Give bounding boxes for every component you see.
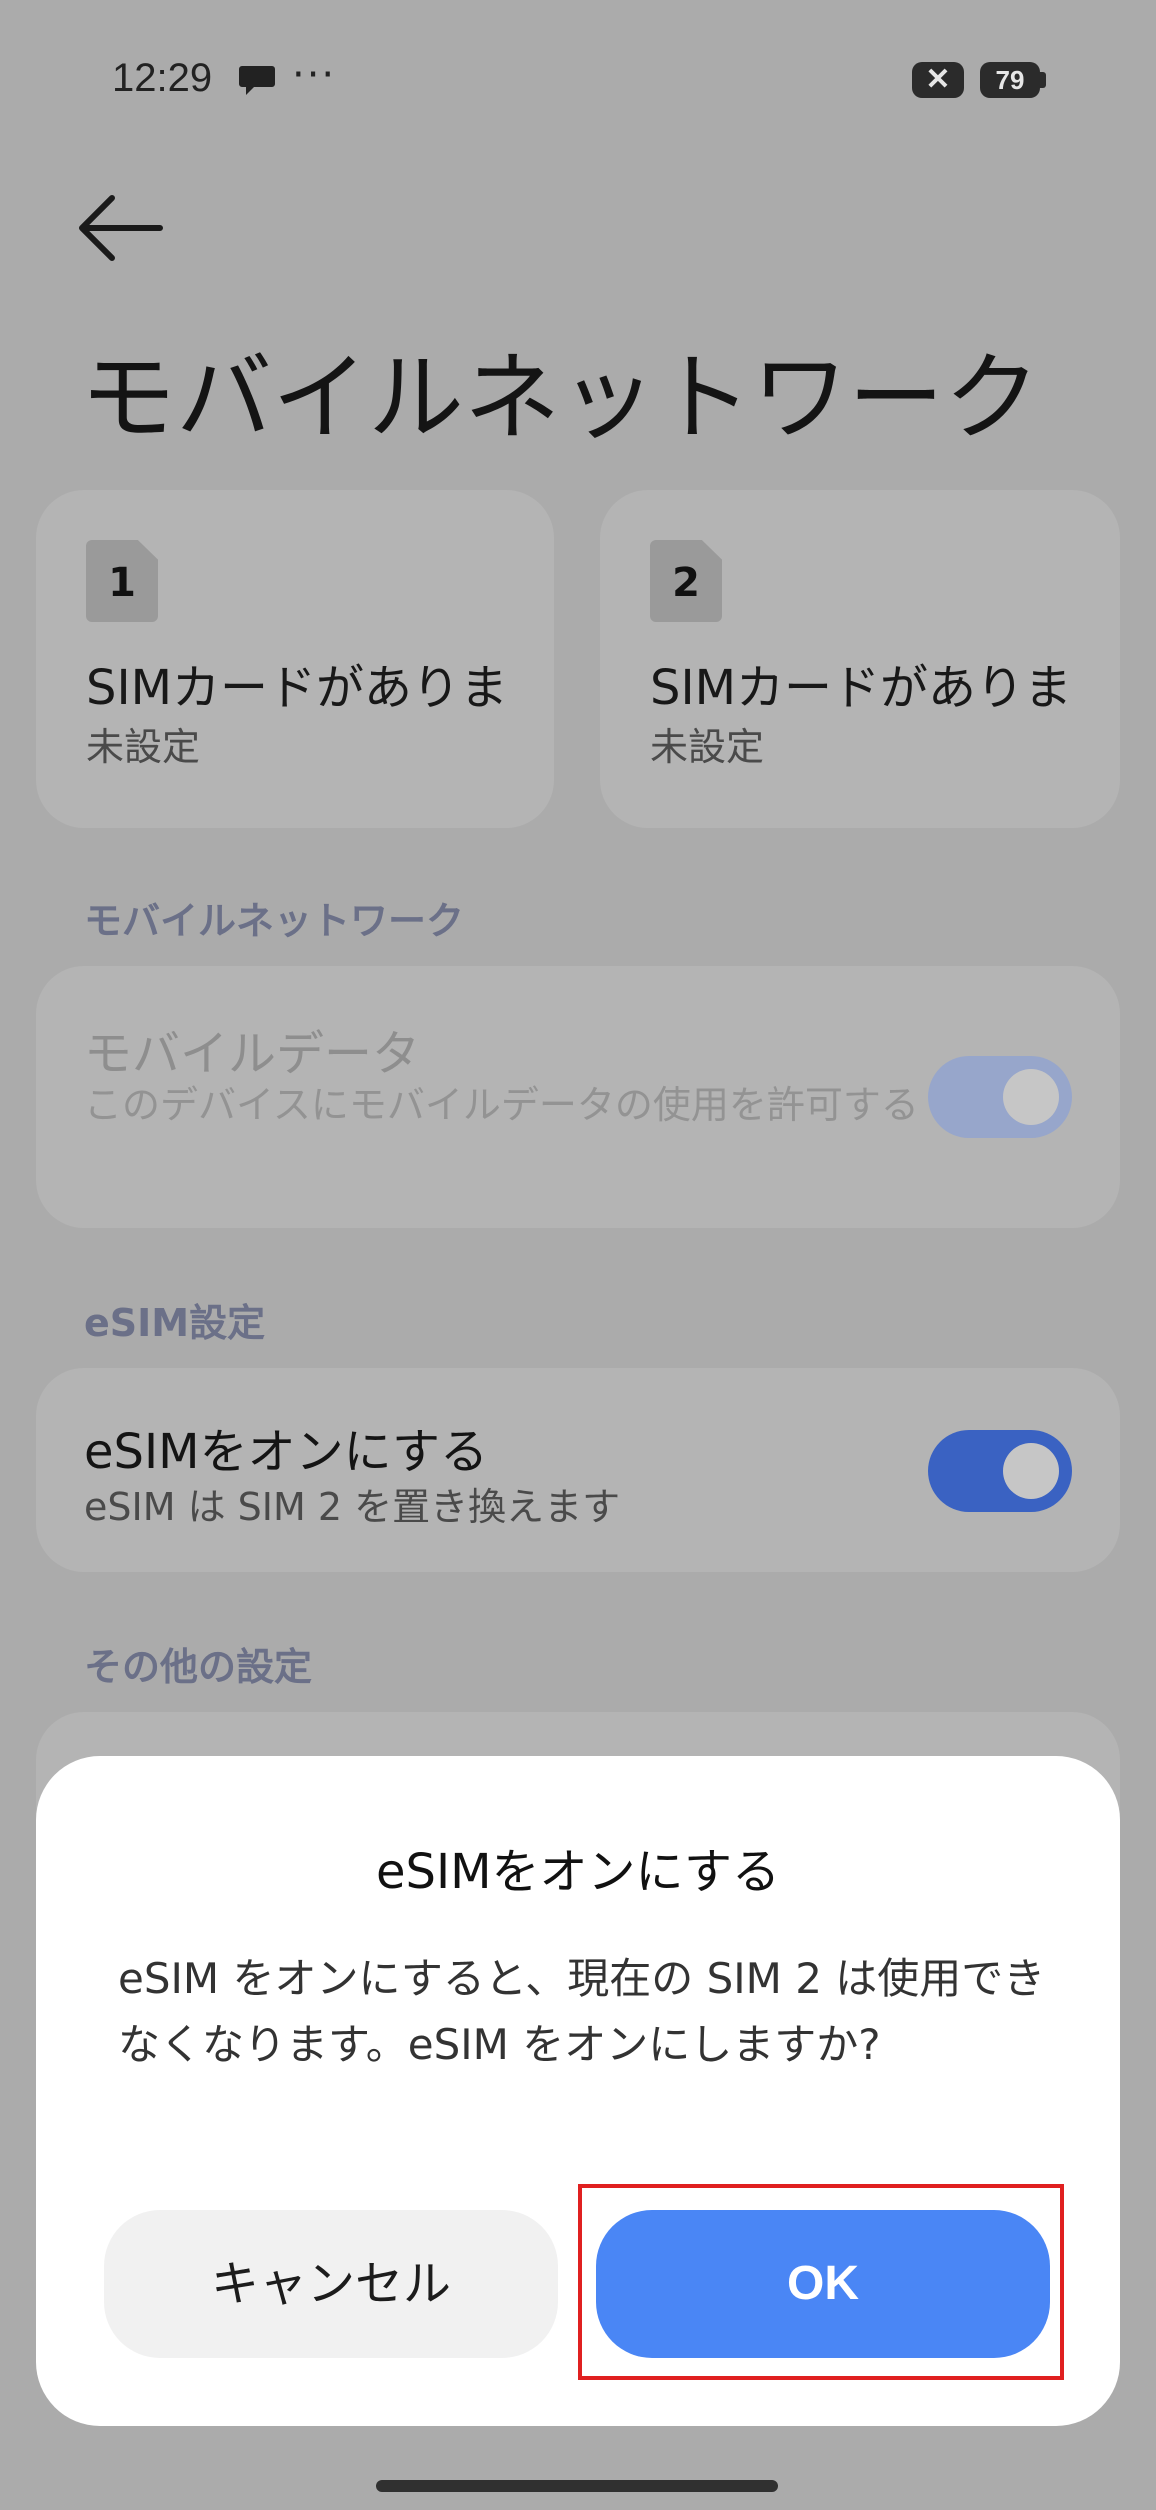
esim-toggle-title: eSIMをオンにする xyxy=(84,1424,489,1480)
sim-card-2[interactable]: 2 SIMカードがありま 未設定 xyxy=(600,490,1120,828)
mobile-data-title: モバイルデータ xyxy=(84,1026,421,1082)
ok-button-highlight xyxy=(578,2184,1064,2380)
sim-card-subtitle: 未設定 xyxy=(650,725,765,769)
status-time: 12:29 xyxy=(112,56,213,100)
page-title: モバイルネットワーク xyxy=(80,342,1040,454)
message-icon xyxy=(239,66,275,95)
toggle-knob xyxy=(1003,1069,1059,1125)
toggle-knob xyxy=(1003,1443,1059,1499)
sim-card-title: SIMカードがありま xyxy=(86,660,509,716)
mobile-data-desc: このデバイスにモバイルデータの使用を許可する xyxy=(84,1083,919,1127)
back-arrow-icon[interactable] xyxy=(72,190,168,266)
esim-toggle-desc: eSIM は SIM 2 を置き換えます xyxy=(84,1485,621,1529)
sim-card-title: SIMカードがありま xyxy=(650,660,1073,716)
esim-toggle-row[interactable]: eSIMをオンにする eSIM は SIM 2 を置き換えます xyxy=(36,1368,1120,1572)
battery-tip xyxy=(1040,72,1046,88)
sim-card-subtitle: 未設定 xyxy=(86,725,201,769)
battery-icon: 79 xyxy=(980,62,1040,98)
mobile-data-row[interactable]: モバイルデータ このデバイスにモバイルデータの使用を許可する xyxy=(36,966,1120,1228)
section-header-mobile-network: モバイルネットワーク xyxy=(84,899,465,943)
esim-toggle-switch[interactable] xyxy=(928,1430,1072,1512)
sim-card-icon: 1 xyxy=(86,540,158,622)
section-header-esim: eSIM設定 xyxy=(84,1301,266,1345)
mobile-data-toggle[interactable] xyxy=(928,1056,1072,1138)
section-header-other: その他の設定 xyxy=(84,1645,313,1689)
dialog-title: eSIMをオンにする xyxy=(375,1844,781,1900)
sim-card-1[interactable]: 1 SIMカードがありま 未設定 xyxy=(36,490,554,828)
dialog-message: eSIM をオンにすると、現在の SIM 2 は使用できなくなります。eSIM … xyxy=(118,1954,1046,2069)
cancel-button[interactable]: キャンセル xyxy=(104,2210,558,2358)
sim-card-icon: 2 xyxy=(650,540,722,622)
more-notifications-icon: ··· xyxy=(292,52,337,98)
no-signal-icon: ✕ xyxy=(912,62,964,98)
home-indicator[interactable] xyxy=(376,2480,778,2492)
